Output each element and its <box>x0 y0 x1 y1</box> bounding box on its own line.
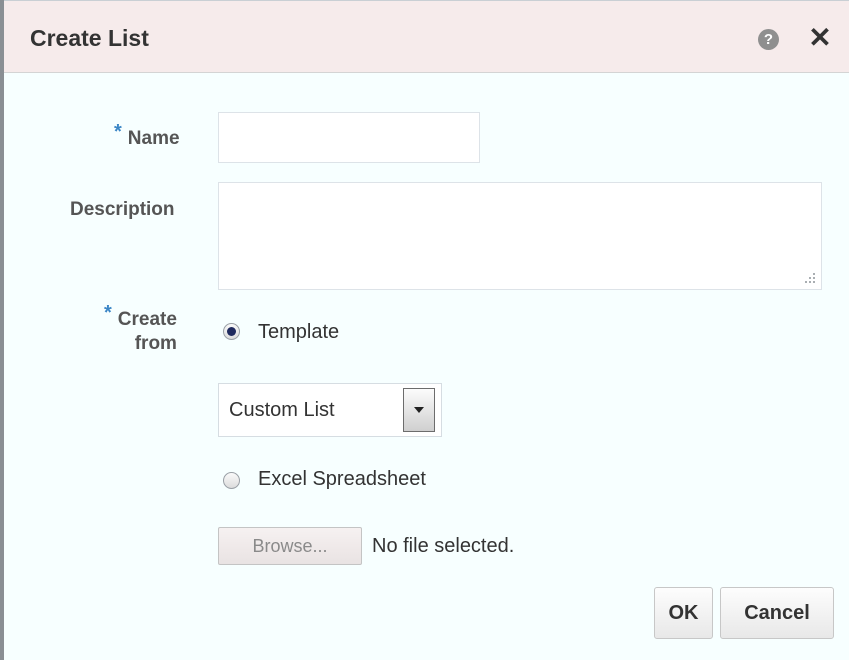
chevron-down-icon <box>414 407 424 413</box>
excel-spreadsheet-radio[interactable] <box>223 472 240 489</box>
close-icon[interactable]: ✕ <box>807 23 833 53</box>
template-radio[interactable] <box>223 323 240 340</box>
excel-spreadsheet-radio-label[interactable]: Excel Spreadsheet <box>258 468 426 491</box>
help-icon[interactable]: ? <box>758 29 779 50</box>
resize-grip-icon[interactable] <box>803 271 817 285</box>
create-from-line1: * Create <box>104 302 177 330</box>
name-label: * Name <box>114 121 180 150</box>
required-marker: * <box>104 302 112 324</box>
create-from-line2: from <box>134 333 177 354</box>
dialog-title-bar: Create List ? ✕ <box>4 1 849 73</box>
ok-button[interactable]: OK <box>654 587 713 639</box>
dialog-title: Create List <box>30 25 149 51</box>
cancel-button[interactable]: Cancel <box>720 587 834 639</box>
name-label-text: Name <box>127 128 180 149</box>
template-radio-label[interactable]: Template <box>258 321 339 344</box>
name-input[interactable] <box>218 112 480 163</box>
create-list-dialog: Create List ? ✕ * Name Description * Creat… <box>4 0 849 660</box>
file-status-text: No file selected. <box>372 535 515 557</box>
required-marker: * <box>114 121 122 143</box>
template-select-value: Custom List <box>229 399 335 421</box>
description-textarea[interactable] <box>218 182 822 290</box>
template-select[interactable]: Custom List <box>218 383 442 437</box>
description-label: Description <box>70 199 175 220</box>
dropdown-button[interactable] <box>403 388 435 432</box>
browse-button[interactable]: Browse... <box>218 527 362 565</box>
create-from-label: * Create from <box>104 302 177 356</box>
